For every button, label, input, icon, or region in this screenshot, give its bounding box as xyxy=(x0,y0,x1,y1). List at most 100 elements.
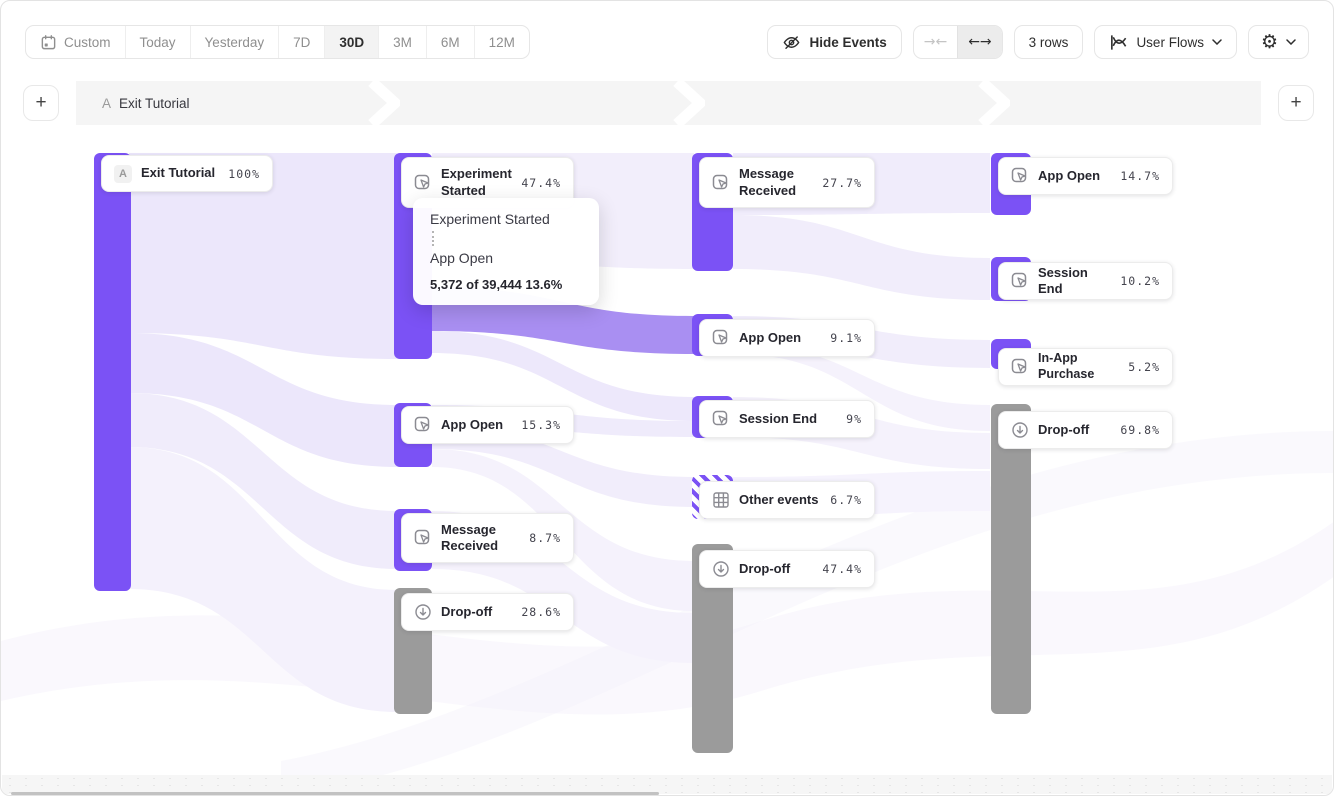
view-selector-label: User Flows xyxy=(1136,35,1204,50)
date-range-label: 6M xyxy=(441,35,460,50)
rows-label: 3 rows xyxy=(1029,35,1069,50)
node-pct: 9% xyxy=(846,412,862,426)
drop-off-icon xyxy=(712,560,730,578)
click-event-icon xyxy=(712,329,730,347)
user-flows-chart-icon xyxy=(1109,33,1128,52)
node-pct: 100% xyxy=(228,167,260,181)
node-label: Exit Tutorial xyxy=(141,165,215,181)
flow-hover-tooltip: Experiment Started App Open 5,372 of 39,… xyxy=(413,198,599,305)
flow-ribbon-messagereceived-to-sessionend4[interactable] xyxy=(733,215,990,300)
horizontal-scrollbar[interactable] xyxy=(11,792,659,795)
node-label: App Open xyxy=(441,417,503,433)
node-pct: 10.2% xyxy=(1120,274,1160,288)
flow-node-in-app-purchase-c4[interactable]: In-App Purchase 5.2% xyxy=(998,348,1173,386)
node-label: Session End xyxy=(739,411,817,427)
date-range-group: Custom Today Yesterday 7D 30D 3M 6M 12M xyxy=(25,25,530,59)
expand-arrows-icon: ←→ xyxy=(968,34,991,50)
step-name: Exit Tutorial xyxy=(119,96,190,111)
steps-header-bar[interactable]: A Exit Tutorial xyxy=(76,81,1261,125)
plus-icon: + xyxy=(1290,92,1301,114)
node-label: Message Received xyxy=(739,166,811,199)
date-range-yesterday[interactable]: Yesterday xyxy=(190,26,279,58)
node-label: Message Received xyxy=(441,522,513,555)
date-range-label: 12M xyxy=(489,35,515,50)
plus-icon: + xyxy=(35,92,46,114)
flow-node-drop-off-c4[interactable]: Drop-off 69.8% xyxy=(998,411,1173,449)
flow-node-message-received-c2[interactable]: Message Received 8.7% xyxy=(401,513,574,563)
step-a-label: A Exit Tutorial xyxy=(102,81,190,125)
user-flows-app: Custom Today Yesterday 7D 30D 3M 6M 12M … xyxy=(0,0,1334,796)
add-step-right-button[interactable]: + xyxy=(1278,85,1314,121)
flow-node-session-end-c3[interactable]: Session End 9% xyxy=(699,400,875,438)
node-pct: 47.4% xyxy=(521,176,561,190)
node-pct: 69.8% xyxy=(1120,423,1160,437)
date-range-label: 30D xyxy=(339,35,364,50)
step-badge: A xyxy=(102,96,111,111)
calendar-icon xyxy=(40,34,57,51)
add-step-left-button[interactable]: + xyxy=(23,85,59,121)
toolbar-right-cluster: Hide Events →← ←→ 3 rows User Flows ⚙ xyxy=(767,25,1309,59)
collapse-arrows-icon: →← xyxy=(924,34,947,50)
expand-columns-button[interactable]: ←→ xyxy=(957,26,1001,58)
flow-node-app-open-c4[interactable]: App Open 14.7% xyxy=(998,157,1173,195)
date-range-label: 3M xyxy=(393,35,412,50)
node-pct: 27.7% xyxy=(822,176,862,190)
flow-node-other-events-c3[interactable]: Other events 6.7% xyxy=(699,481,875,519)
tooltip-source-event: Experiment Started xyxy=(430,211,582,227)
hide-events-label: Hide Events xyxy=(809,35,886,50)
date-range-label: 7D xyxy=(293,35,310,50)
click-event-icon xyxy=(1011,167,1029,185)
flow-node-exit-tutorial[interactable]: A Exit Tutorial 100% xyxy=(101,155,273,192)
node-pct: 28.6% xyxy=(521,605,561,619)
step-separator-chevron xyxy=(673,81,705,125)
step-a-badge: A xyxy=(114,165,132,183)
click-event-icon xyxy=(414,174,432,192)
sankey-bar-exit-tutorial[interactable] xyxy=(94,153,131,591)
date-range-6m[interactable]: 6M xyxy=(426,26,474,58)
flow-node-drop-off-c3[interactable]: Drop-off 47.4% xyxy=(699,550,875,588)
chevron-down-icon xyxy=(1286,39,1296,46)
date-range-12m[interactable]: 12M xyxy=(474,26,529,58)
date-range-label: Yesterday xyxy=(205,35,265,50)
click-event-icon xyxy=(1011,272,1029,290)
date-range-label: Custom xyxy=(64,35,111,50)
view-selector-button[interactable]: User Flows xyxy=(1094,25,1237,59)
toolbar: Custom Today Yesterday 7D 30D 3M 6M 12M … xyxy=(25,25,1309,59)
node-label: Drop-off xyxy=(1038,422,1089,438)
tooltip-connector-dots xyxy=(432,231,434,246)
flow-node-drop-off-c2[interactable]: Drop-off 28.6% xyxy=(401,593,574,631)
node-label: Drop-off xyxy=(441,604,492,620)
date-range-label: Today xyxy=(140,35,176,50)
hide-events-button[interactable]: Hide Events xyxy=(767,25,901,59)
date-range-3m[interactable]: 3M xyxy=(378,26,426,58)
tooltip-target-event: App Open xyxy=(430,250,582,266)
node-label: App Open xyxy=(1038,168,1100,184)
click-event-icon xyxy=(1011,358,1029,376)
grid-icon xyxy=(712,491,730,509)
date-range-custom[interactable]: Custom xyxy=(26,26,125,58)
date-range-7d[interactable]: 7D xyxy=(278,26,324,58)
flow-node-app-open-c3[interactable]: App Open 9.1% xyxy=(699,319,875,357)
flow-node-message-received-c3[interactable]: Message Received 27.7% xyxy=(699,157,875,208)
node-pct: 8.7% xyxy=(529,531,561,545)
node-pct: 47.4% xyxy=(822,562,862,576)
node-pct: 5.2% xyxy=(1128,360,1160,374)
step-separator-chevron xyxy=(368,81,400,125)
flow-node-session-end-c4[interactable]: Session End 10.2% xyxy=(998,262,1173,300)
date-range-today[interactable]: Today xyxy=(125,26,190,58)
settings-button[interactable]: ⚙ xyxy=(1248,25,1309,59)
eye-off-icon xyxy=(782,33,801,52)
chevron-down-icon xyxy=(1212,39,1222,46)
collapse-columns-button[interactable]: →← xyxy=(914,26,957,58)
node-label: Experiment Started xyxy=(441,166,512,199)
flow-node-app-open-c2[interactable]: App Open 15.3% xyxy=(401,406,574,444)
rows-button[interactable]: 3 rows xyxy=(1014,25,1084,59)
tooltip-stats: 5,372 of 39,444 13.6% xyxy=(430,277,582,292)
node-label: Other events xyxy=(739,492,818,508)
node-label: App Open xyxy=(739,330,801,346)
drop-off-icon xyxy=(414,603,432,621)
date-range-30d-active[interactable]: 30D xyxy=(324,26,378,58)
sankey-bar-drop-off-c4[interactable] xyxy=(991,404,1031,714)
step-separator-chevron xyxy=(978,81,1010,125)
click-event-icon xyxy=(712,410,730,428)
